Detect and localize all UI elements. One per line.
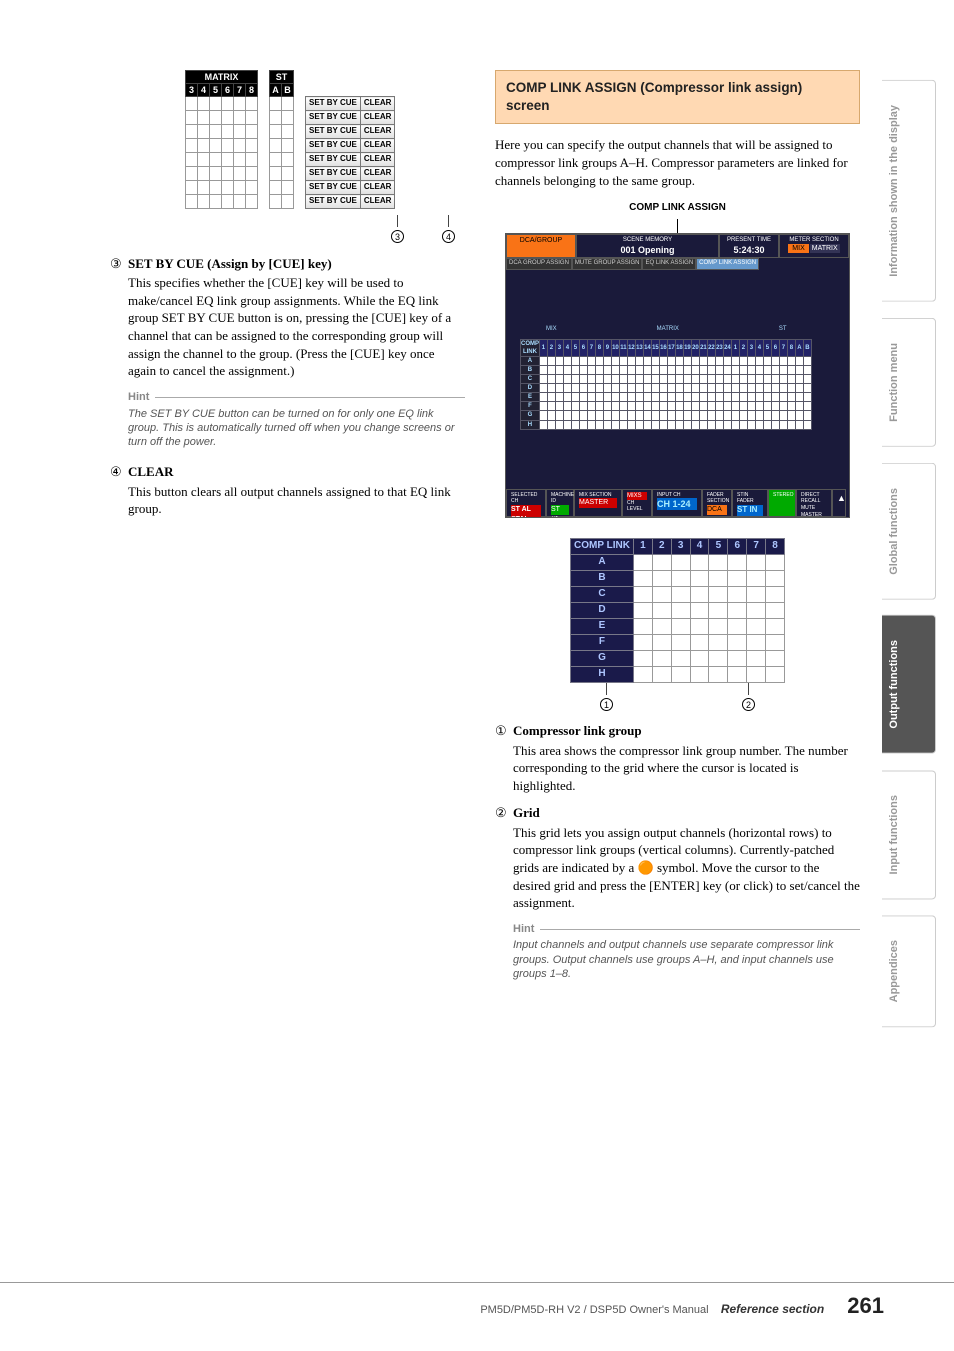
item4-title: CLEAR: [128, 463, 465, 481]
item2-text: This grid lets you assign output channel…: [513, 824, 860, 912]
sidebar-tab-output[interactable]: Output functions: [882, 615, 936, 754]
callout-3: 3: [391, 230, 404, 243]
item3-title: SET BY CUE (Assign by [CUE] key): [128, 255, 465, 273]
item4-marker: ④: [110, 463, 128, 518]
callout-1: 1: [600, 698, 613, 711]
item1-text: This area shows the compressor link grou…: [513, 742, 860, 795]
hint-text: The SET BY CUE button can be turned on f…: [128, 407, 465, 450]
sidebar-tab-appendices[interactable]: Appendices: [882, 915, 936, 1027]
item3-marker: ③: [110, 255, 128, 380]
footer-manual: PM5D/PM5D-RH V2 / DSP5D Owner's Manual: [480, 1304, 708, 1316]
screenshot-label: COMP LINK ASSIGN: [495, 201, 860, 215]
sidebar-tab-information[interactable]: Information shown in the display: [882, 80, 936, 302]
side-tabs: Information shown in the display Functio…: [882, 80, 936, 1028]
page-footer: PM5D/PM5D-RH V2 / DSP5D Owner's Manual R…: [0, 1282, 954, 1321]
item3-text: This specifies whether the [CUE] key wil…: [128, 274, 465, 379]
section-banner: COMP LINK ASSIGN (Compressor link assign…: [495, 70, 860, 124]
hint-label-2: Hint: [513, 922, 860, 937]
matrix-table-figure: MATRIX ST 3 4 5 6 7 8 A B: [185, 70, 465, 245]
sidebar-tab-global[interactable]: Global functions: [882, 463, 936, 600]
hint-label: Hint: [128, 390, 465, 405]
sidebar-tab-input[interactable]: Input functions: [882, 770, 936, 899]
comp-link-assign-screenshot: DCA/GROUP SCENE MEMORY 001 Opening PRESE…: [505, 233, 850, 518]
tab-dca-group[interactable]: DCA GROUP ASSIGN: [506, 258, 572, 270]
tab-mute-group[interactable]: MUTE GROUP ASSIGN: [572, 258, 643, 270]
st-header: ST: [270, 71, 294, 84]
item2-title: Grid: [513, 804, 860, 822]
item1-marker: ①: [495, 722, 513, 794]
item1-title: Compressor link group: [513, 722, 860, 740]
hint-text-2: Input channels and output channels use s…: [513, 938, 860, 981]
page-number: 261: [847, 1293, 884, 1318]
matrix-header: MATRIX: [186, 71, 258, 84]
tab-eq-link[interactable]: EQ LINK ASSIGN: [642, 258, 696, 270]
sidebar-tab-function-menu[interactable]: Function menu: [882, 318, 936, 447]
tab-comp-link[interactable]: COMP LINK ASSIGN: [696, 258, 759, 270]
clear-button[interactable]: CLEAR: [360, 97, 395, 111]
footer-section: Reference section: [721, 1302, 824, 1316]
item2-marker: ②: [495, 804, 513, 911]
dca-group-button[interactable]: DCA/GROUP: [506, 234, 576, 258]
callout-4: 4: [442, 230, 455, 243]
up-arrow-icon[interactable]: ▲: [832, 489, 846, 517]
set-by-cue-button[interactable]: SET BY CUE: [306, 97, 361, 111]
item4-text: This button clears all output channels a…: [128, 483, 465, 518]
section-intro: Here you can specify the output channels…: [495, 136, 860, 189]
callout-2: 2: [742, 698, 755, 711]
comp-link-zoom-figure: COMP LINK 12345678 A B C D E F G H 1 2: [570, 538, 785, 713]
